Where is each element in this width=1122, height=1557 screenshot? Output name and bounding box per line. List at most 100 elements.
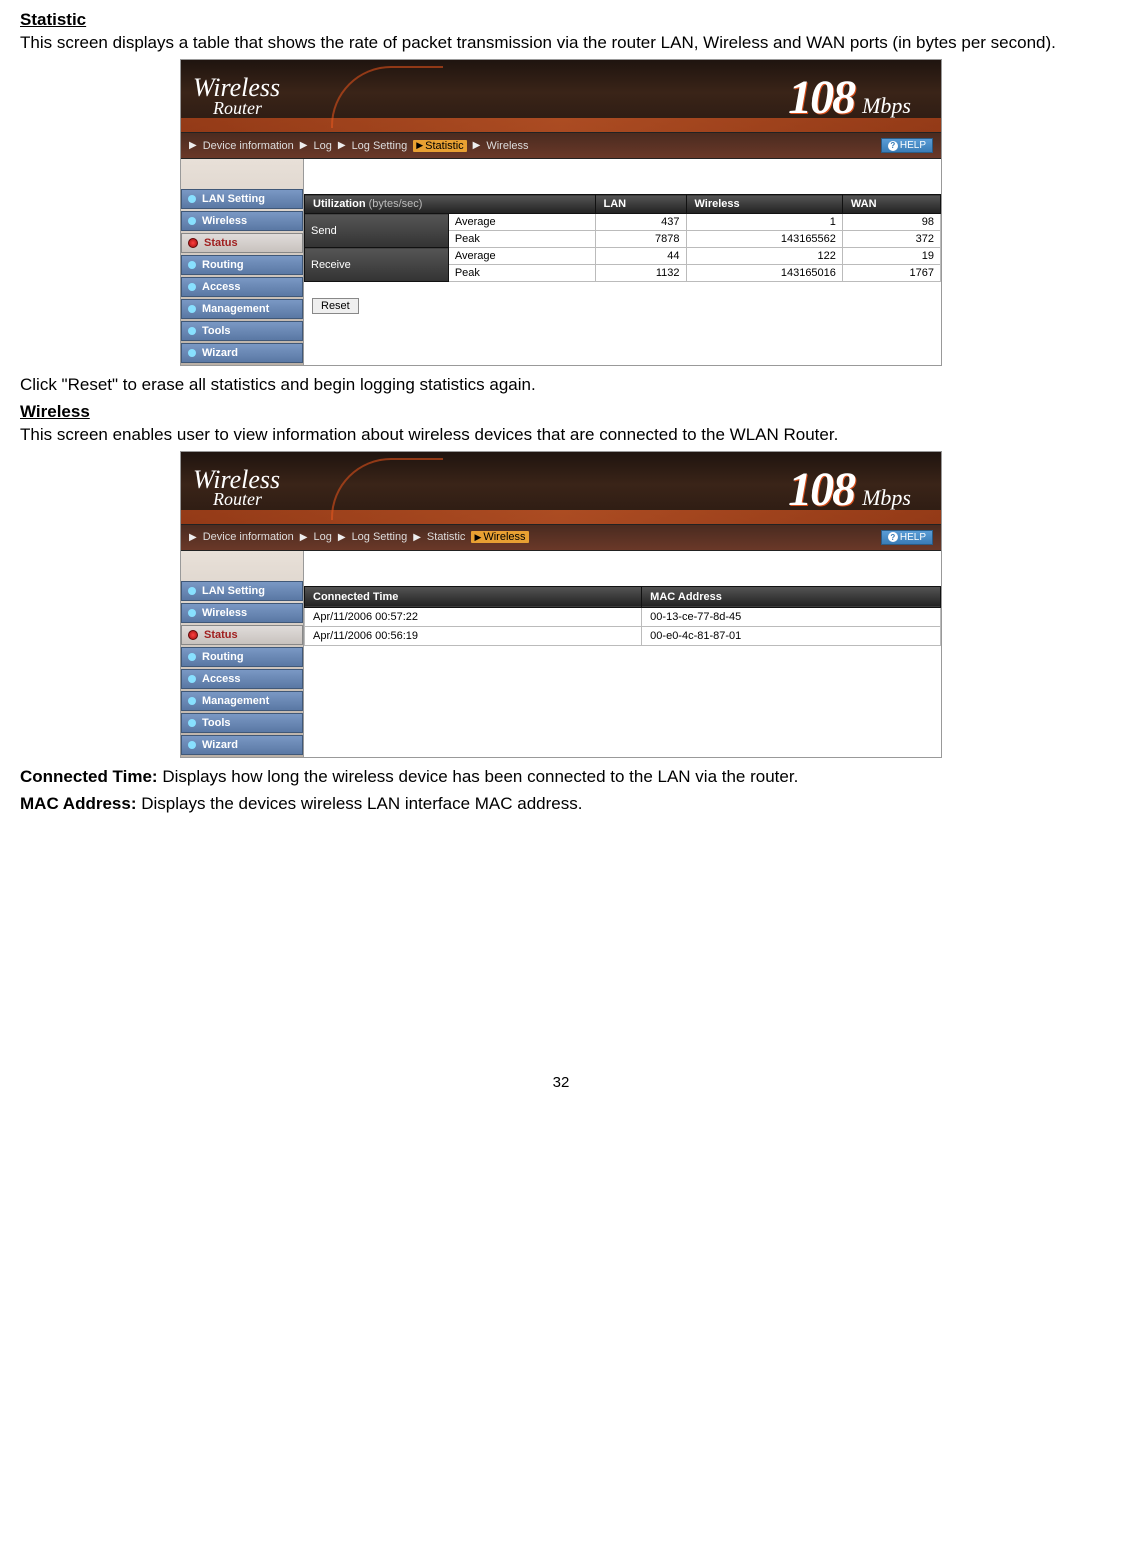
- sidebar: LAN Setting Wireless Status Routing Acce…: [181, 551, 304, 757]
- cell-value: 372: [842, 231, 940, 248]
- dot-icon: [188, 327, 196, 335]
- statistic-screenshot: Wireless Router 108 Mbps ▶ Device inform…: [180, 59, 942, 366]
- section-wireless-text: This screen enables user to view informa…: [20, 424, 1102, 445]
- chevron-right-icon: ▶: [189, 532, 197, 543]
- dot-icon: [188, 630, 198, 640]
- crumb-log[interactable]: Log: [314, 140, 332, 152]
- sidebar-item-management[interactable]: Management: [181, 691, 303, 711]
- sidebar-item-label: Routing: [202, 259, 244, 271]
- mbps-badge: 108 Mbps: [788, 70, 911, 125]
- row-send: Send: [305, 214, 449, 248]
- col-utilization-label: Utilization: [313, 198, 366, 210]
- sidebar-item-lan-setting[interactable]: LAN Setting: [181, 189, 303, 209]
- cell-mac-address: 00-e0-4c-81-87-01: [642, 626, 941, 645]
- cell-label: Average: [448, 214, 595, 231]
- sidebar-item-tools[interactable]: Tools: [181, 713, 303, 733]
- router-logo: Wireless Router: [181, 76, 280, 116]
- cell-value: 437: [595, 214, 686, 231]
- crumb-log-setting[interactable]: Log Setting: [352, 531, 408, 543]
- dot-icon: [188, 609, 196, 617]
- col-lan: LAN: [595, 195, 686, 214]
- cell-value: 122: [686, 248, 842, 265]
- sidebar-item-label: Wizard: [202, 347, 238, 359]
- sidebar-item-label: Wizard: [202, 739, 238, 751]
- sidebar-item-wizard[interactable]: Wizard: [181, 735, 303, 755]
- col-utilization: Utilization (bytes/sec): [305, 195, 596, 214]
- crumb-wireless-active[interactable]: ▶Wireless: [471, 531, 528, 543]
- mbps-number: 108: [788, 70, 854, 125]
- col-wireless: Wireless: [686, 195, 842, 214]
- sidebar-item-label: Access: [202, 673, 241, 685]
- sidebar-item-lan-setting[interactable]: LAN Setting: [181, 581, 303, 601]
- chevron-right-icon: ▶: [413, 532, 421, 543]
- sidebar-item-management[interactable]: Management: [181, 299, 303, 319]
- header-swoosh: [181, 118, 941, 132]
- dot-icon: [188, 675, 196, 683]
- sidebar-item-status[interactable]: Status: [181, 625, 303, 645]
- cell-value: 1: [686, 214, 842, 231]
- mbps-number: 108: [788, 462, 854, 517]
- table-row: Apr/11/2006 00:56:19 00-e0-4c-81-87-01: [305, 626, 941, 645]
- dot-icon: [188, 719, 196, 727]
- crumb-log-setting[interactable]: Log Setting: [352, 140, 408, 152]
- sidebar-item-status[interactable]: Status: [181, 233, 303, 253]
- sidebar-item-label: Management: [202, 695, 269, 707]
- cell-value: 44: [595, 248, 686, 265]
- dot-icon: [188, 349, 196, 357]
- sidebar-item-routing[interactable]: Routing: [181, 647, 303, 667]
- chevron-right-icon: ▶: [416, 140, 423, 151]
- help-button[interactable]: HELP: [881, 530, 933, 545]
- dot-icon: [188, 587, 196, 595]
- definition-text: Displays how long the wireless device ha…: [158, 767, 799, 786]
- statistic-table: Utilization (bytes/sec) LAN Wireless WAN…: [304, 194, 941, 282]
- router-logo: Wireless Router: [181, 468, 280, 508]
- sidebar-item-wireless[interactable]: Wireless: [181, 603, 303, 623]
- cell-value: 1767: [842, 265, 940, 282]
- crumb-statistic-active[interactable]: ▶Statistic: [413, 140, 466, 152]
- mbps-badge: 108 Mbps: [788, 462, 911, 517]
- cell-connected-time: Apr/11/2006 00:57:22: [305, 607, 642, 626]
- crumb-device-information[interactable]: Device information: [203, 531, 294, 543]
- help-button[interactable]: HELP: [881, 138, 933, 153]
- sidebar-item-label: LAN Setting: [202, 193, 265, 205]
- header-swoosh: [181, 510, 941, 524]
- cell-connected-time: Apr/11/2006 00:56:19: [305, 626, 642, 645]
- content-area: Utilization (bytes/sec) LAN Wireless WAN…: [304, 159, 941, 365]
- crumb-wireless-label: Wireless: [483, 531, 525, 543]
- sidebar-item-label: Wireless: [202, 215, 247, 227]
- crumb-device-information[interactable]: Device information: [203, 140, 294, 152]
- logo-line1: Wireless: [193, 76, 280, 99]
- dot-icon: [188, 653, 196, 661]
- cell-value: 7878: [595, 231, 686, 248]
- router-header: Wireless Router 108 Mbps: [181, 60, 941, 132]
- chevron-right-icon: ▶: [473, 140, 481, 151]
- sidebar-item-label: Management: [202, 303, 269, 315]
- sidebar-item-access[interactable]: Access: [181, 277, 303, 297]
- sidebar-item-access[interactable]: Access: [181, 669, 303, 689]
- cell-label: Peak: [448, 231, 595, 248]
- sidebar-item-wireless[interactable]: Wireless: [181, 211, 303, 231]
- section-statistic-after: Click "Reset" to erase all statistics an…: [20, 374, 1102, 395]
- content-area: Connected Time MAC Address Apr/11/2006 0…: [304, 551, 941, 757]
- col-connected-time: Connected Time: [305, 586, 642, 607]
- crumb-log[interactable]: Log: [314, 531, 332, 543]
- sidebar-item-tools[interactable]: Tools: [181, 321, 303, 341]
- chevron-right-icon: ▶: [338, 532, 346, 543]
- cell-value: 143165016: [686, 265, 842, 282]
- chevron-right-icon: ▶: [189, 140, 197, 151]
- cell-label: Peak: [448, 265, 595, 282]
- dot-icon: [188, 305, 196, 313]
- sidebar-item-label: Routing: [202, 651, 244, 663]
- dot-icon: [188, 283, 196, 291]
- reset-button[interactable]: Reset: [312, 298, 359, 314]
- sidebar-item-routing[interactable]: Routing: [181, 255, 303, 275]
- breadcrumb-bar: ▶ Device information ▶ Log ▶ Log Setting…: [181, 524, 941, 551]
- sidebar: LAN Setting Wireless Status Routing Acce…: [181, 159, 304, 365]
- cell-value: 1132: [595, 265, 686, 282]
- crumb-wireless[interactable]: Wireless: [486, 140, 528, 152]
- definition-mac-address: MAC Address: Displays the devices wirele…: [20, 793, 1102, 814]
- crumb-statistic-label: Statistic: [425, 140, 464, 152]
- sidebar-item-wizard[interactable]: Wizard: [181, 343, 303, 363]
- sidebar-item-label: Status: [204, 629, 238, 641]
- crumb-statistic[interactable]: Statistic: [427, 531, 466, 543]
